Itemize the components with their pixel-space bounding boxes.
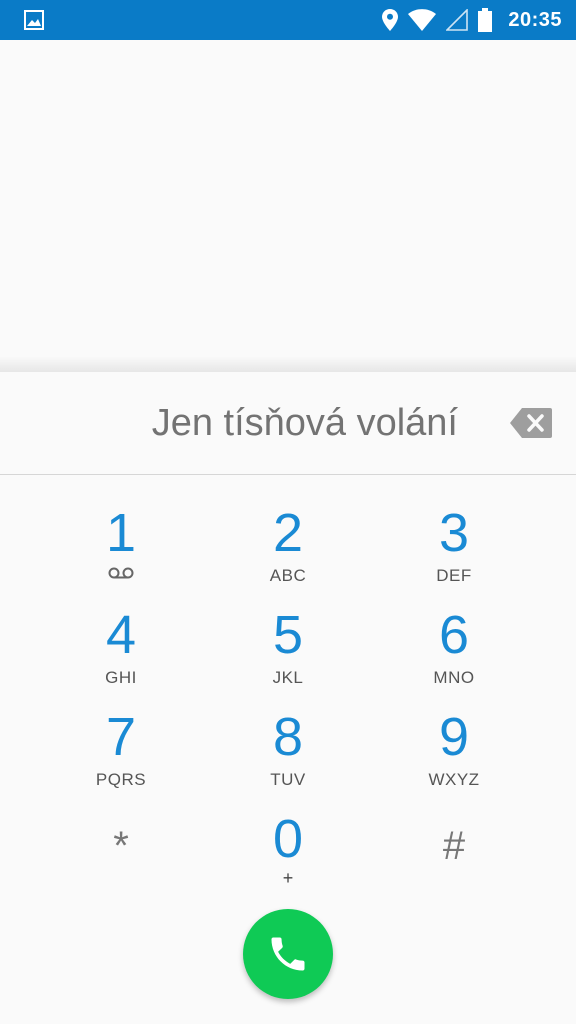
status-time: 20:35 [508,8,562,31]
key-hash[interactable]: # [379,780,529,880]
key-1[interactable]: 1 [46,474,196,579]
key-5[interactable]: 5 JKL [213,576,363,687]
key-9[interactable]: 9 WXYZ [379,678,529,789]
wifi-icon [408,9,437,31]
image-icon [24,10,44,30]
digits-field[interactable]: Jen tísňová volání [0,372,576,475]
status-icons: 20:35 [382,0,562,40]
key-0[interactable]: 0 + [213,780,363,888]
call-button[interactable] [243,909,333,999]
dialpad: 1 2 ABC 3 DEF 4 GHI 5 JKL 6 MNO 7 PQRS 8… [0,474,576,914]
battery-icon [478,8,493,32]
key-2[interactable]: 2 ABC [213,474,363,585]
key-6[interactable]: 6 MNO [379,576,529,687]
backspace-icon[interactable] [510,408,552,438]
key-3[interactable]: 3 DEF [379,474,529,585]
key-7[interactable]: 7 PQRS [46,678,196,789]
key-star[interactable]: * [46,780,196,880]
key-8[interactable]: 8 TUV [213,678,363,789]
signal-icon [446,9,469,31]
key-4[interactable]: 4 GHI [46,576,196,687]
emergency-only-hint: Jen tísňová volání [151,402,458,444]
status-bar: 20:35 [0,0,576,40]
call-log-area [0,40,576,356]
panel-shadow [0,356,576,372]
phone-icon [271,937,305,971]
location-icon [382,9,399,31]
